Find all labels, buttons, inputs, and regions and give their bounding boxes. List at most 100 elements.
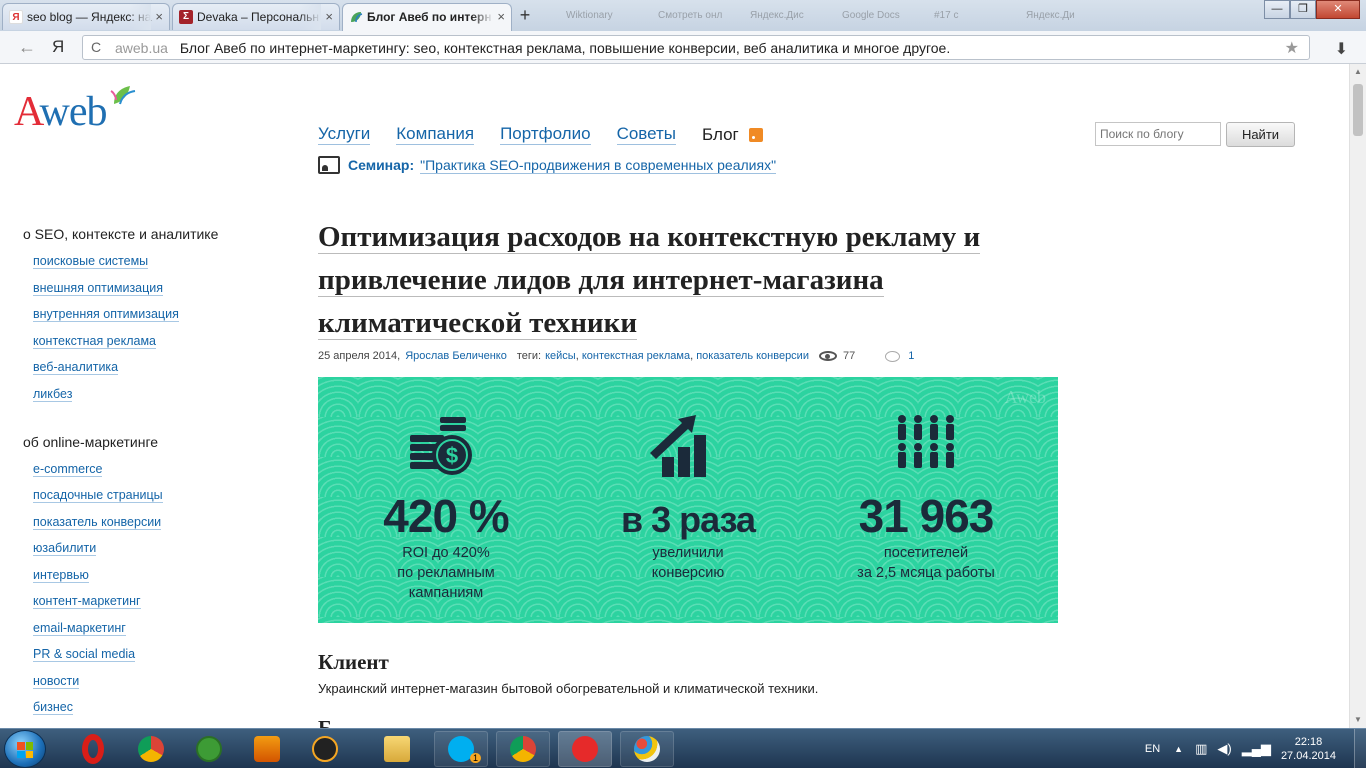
- show-desktop-button[interactable]: [1354, 729, 1366, 768]
- background-tab[interactable]: #17 с: [916, 6, 1004, 26]
- stat-caption: ROI до 420% по рекламным кампаниям: [397, 545, 495, 601]
- background-tab[interactable]: Wiktionary: [548, 6, 636, 26]
- close-icon[interactable]: ×: [497, 9, 505, 24]
- article-title[interactable]: Оптимизация расходов на контекстную рекл…: [318, 216, 1058, 345]
- sidebar-item[interactable]: бизнес: [33, 700, 263, 715]
- yandex-logo-icon[interactable]: Я: [52, 37, 64, 57]
- sidebar-item[interactable]: юзабилити: [33, 541, 263, 556]
- scroll-up-arrow-icon[interactable]: ▲: [1350, 64, 1366, 80]
- aweb-leaf-favicon-icon: [349, 10, 363, 24]
- window-controls: — ❐ ✕: [1264, 0, 1360, 19]
- minimize-button[interactable]: —: [1264, 0, 1290, 19]
- next-section-heading: Б: [318, 716, 332, 728]
- aweb-logo[interactable]: Aweb: [14, 90, 107, 134]
- close-window-button[interactable]: ✕: [1316, 0, 1360, 19]
- rss-icon[interactable]: [748, 127, 763, 142]
- scroll-thumb[interactable]: [1353, 84, 1363, 136]
- tag-link[interactable]: показатель конверсии: [696, 350, 809, 362]
- new-tab-button[interactable]: +: [515, 5, 535, 26]
- taskbar-utorrent[interactable]: [182, 731, 236, 767]
- sidebar-heading: о SEO, контексте и аналитике: [23, 226, 219, 242]
- tab-aweb-blog[interactable]: Блог Авеб по интерн ×: [342, 3, 512, 31]
- close-icon[interactable]: ×: [155, 9, 163, 24]
- taskbar-aimp[interactable]: [298, 731, 352, 767]
- tab-yandex-search[interactable]: Я seo blog — Яндекс: на ×: [2, 3, 170, 30]
- scroll-down-arrow-icon[interactable]: ▼: [1350, 712, 1366, 728]
- devaka-favicon-icon: Σ: [179, 10, 193, 24]
- refresh-icon[interactable]: C: [91, 39, 101, 55]
- taskbar-skype[interactable]: 1: [434, 731, 488, 767]
- comment-bubble-icon[interactable]: [885, 350, 901, 362]
- wifi-signal-icon[interactable]: ▂▄▆: [1242, 741, 1271, 757]
- opera-icon: [82, 734, 104, 764]
- folder-icon: [384, 736, 410, 762]
- skype-badge: 1: [469, 753, 481, 763]
- coins-dollar-icon: $: [410, 417, 472, 475]
- author-link[interactable]: Ярослав Беличенко: [405, 350, 507, 362]
- client-description: Украинский интернет-магазин бытовой обог…: [318, 681, 819, 696]
- sidebar-item[interactable]: контент-маркетинг: [33, 594, 263, 609]
- sidebar-item[interactable]: e-commerce: [33, 461, 263, 477]
- sidebar-item[interactable]: ликбез: [33, 386, 263, 402]
- banner-watermark: Aweb: [1004, 387, 1046, 407]
- sidebar-item[interactable]: веб-аналитика: [33, 360, 263, 375]
- blog-search-input[interactable]: [1095, 122, 1221, 146]
- sidebar-item[interactable]: посадочные страницы: [33, 488, 263, 503]
- stat-value: в 3 раза: [620, 499, 756, 540]
- sidebar-heading: об online-маркетинге: [23, 433, 159, 450]
- tab-devaka[interactable]: Σ Devaka – Персональн ×: [172, 3, 340, 30]
- sidebar-item[interactable]: контекстная реклама: [33, 333, 263, 349]
- clock[interactable]: 22:18 27.04.2014: [1281, 735, 1336, 763]
- nav-company[interactable]: Компания: [396, 124, 475, 145]
- back-arrow-icon[interactable]: ←: [18, 37, 36, 58]
- article-meta: 25 апреля 2014, Ярослав Беличенко теги: …: [318, 350, 915, 362]
- taskbar-chrome[interactable]: [124, 731, 178, 767]
- background-tab[interactable]: Яндекс.Дис: [732, 6, 820, 26]
- sidebar: о SEO, контексте и аналитике поисковые с…: [23, 226, 263, 727]
- seminar-link[interactable]: "Практика SEO-продвижения в современных …: [420, 157, 777, 174]
- nav-tips[interactable]: Советы: [616, 124, 677, 145]
- media-player-icon: [254, 736, 280, 762]
- paint-palette-icon: [634, 736, 660, 762]
- language-indicator[interactable]: EN: [1145, 743, 1160, 755]
- browser-tab-strip: Я seo blog — Яндекс: на × Σ Devaka – Пер…: [0, 0, 1366, 31]
- network-icon[interactable]: ▥: [1195, 741, 1207, 757]
- nav-services[interactable]: Услуги: [318, 124, 371, 145]
- sidebar-item[interactable]: поисковые системы: [33, 254, 263, 269]
- start-button[interactable]: [4, 730, 46, 768]
- stat-caption: увеличили конверсию: [651, 545, 725, 581]
- volume-icon[interactable]: ◀): [1217, 741, 1231, 757]
- sidebar-item[interactable]: внешняя оптимизация: [33, 280, 263, 296]
- background-tab[interactable]: Смотреть онл: [640, 6, 728, 26]
- taskbar-explorer[interactable]: [370, 731, 424, 767]
- sidebar-item[interactable]: показатель конверсии: [33, 514, 263, 530]
- taskbar-yandex-browser[interactable]: [558, 731, 612, 767]
- nav-portfolio[interactable]: Портфолио: [500, 124, 591, 145]
- bookmark-star-icon[interactable]: ★: [1285, 38, 1299, 58]
- search-button[interactable]: Найти: [1226, 122, 1295, 147]
- sidebar-item[interactable]: новости: [33, 673, 263, 689]
- sidebar-item[interactable]: интервью: [33, 567, 263, 583]
- aimp-icon: [312, 736, 338, 762]
- close-icon[interactable]: ×: [325, 9, 333, 24]
- background-tab[interactable]: Яндекс.Ди: [1008, 6, 1096, 26]
- taskbar-chrome-window[interactable]: [496, 731, 550, 767]
- download-icon[interactable]: ⬇: [1335, 39, 1348, 59]
- url-page-title: Блог Авеб по интернет-маркетингу: seo, к…: [179, 40, 951, 56]
- tray-expand-icon[interactable]: ▲: [1174, 744, 1183, 754]
- comment-count[interactable]: 1: [908, 350, 914, 362]
- sidebar-item[interactable]: PR & social media: [33, 647, 263, 662]
- taskbar-opera[interactable]: [66, 731, 120, 767]
- page-scrollbar[interactable]: ▲ ▼: [1349, 64, 1366, 728]
- background-tab[interactable]: Google Docs: [824, 6, 912, 26]
- nav-blog-current: Блог: [702, 124, 739, 144]
- tag-link[interactable]: кейсы: [545, 350, 576, 362]
- main-navigation: Услуги Компания Портфолио Советы Блог: [318, 124, 763, 145]
- restore-button[interactable]: ❐: [1290, 0, 1316, 19]
- taskbar-media-player[interactable]: [240, 731, 294, 767]
- sidebar-item[interactable]: email-маркетинг: [33, 620, 263, 636]
- taskbar-paint[interactable]: [620, 731, 674, 767]
- sidebar-item[interactable]: внутренняя оптимизация: [33, 307, 263, 322]
- tag-link[interactable]: контекстная реклама: [582, 350, 690, 362]
- address-bar[interactable]: C aweb.ua Блог Авеб по интернет-маркетин…: [82, 35, 1310, 60]
